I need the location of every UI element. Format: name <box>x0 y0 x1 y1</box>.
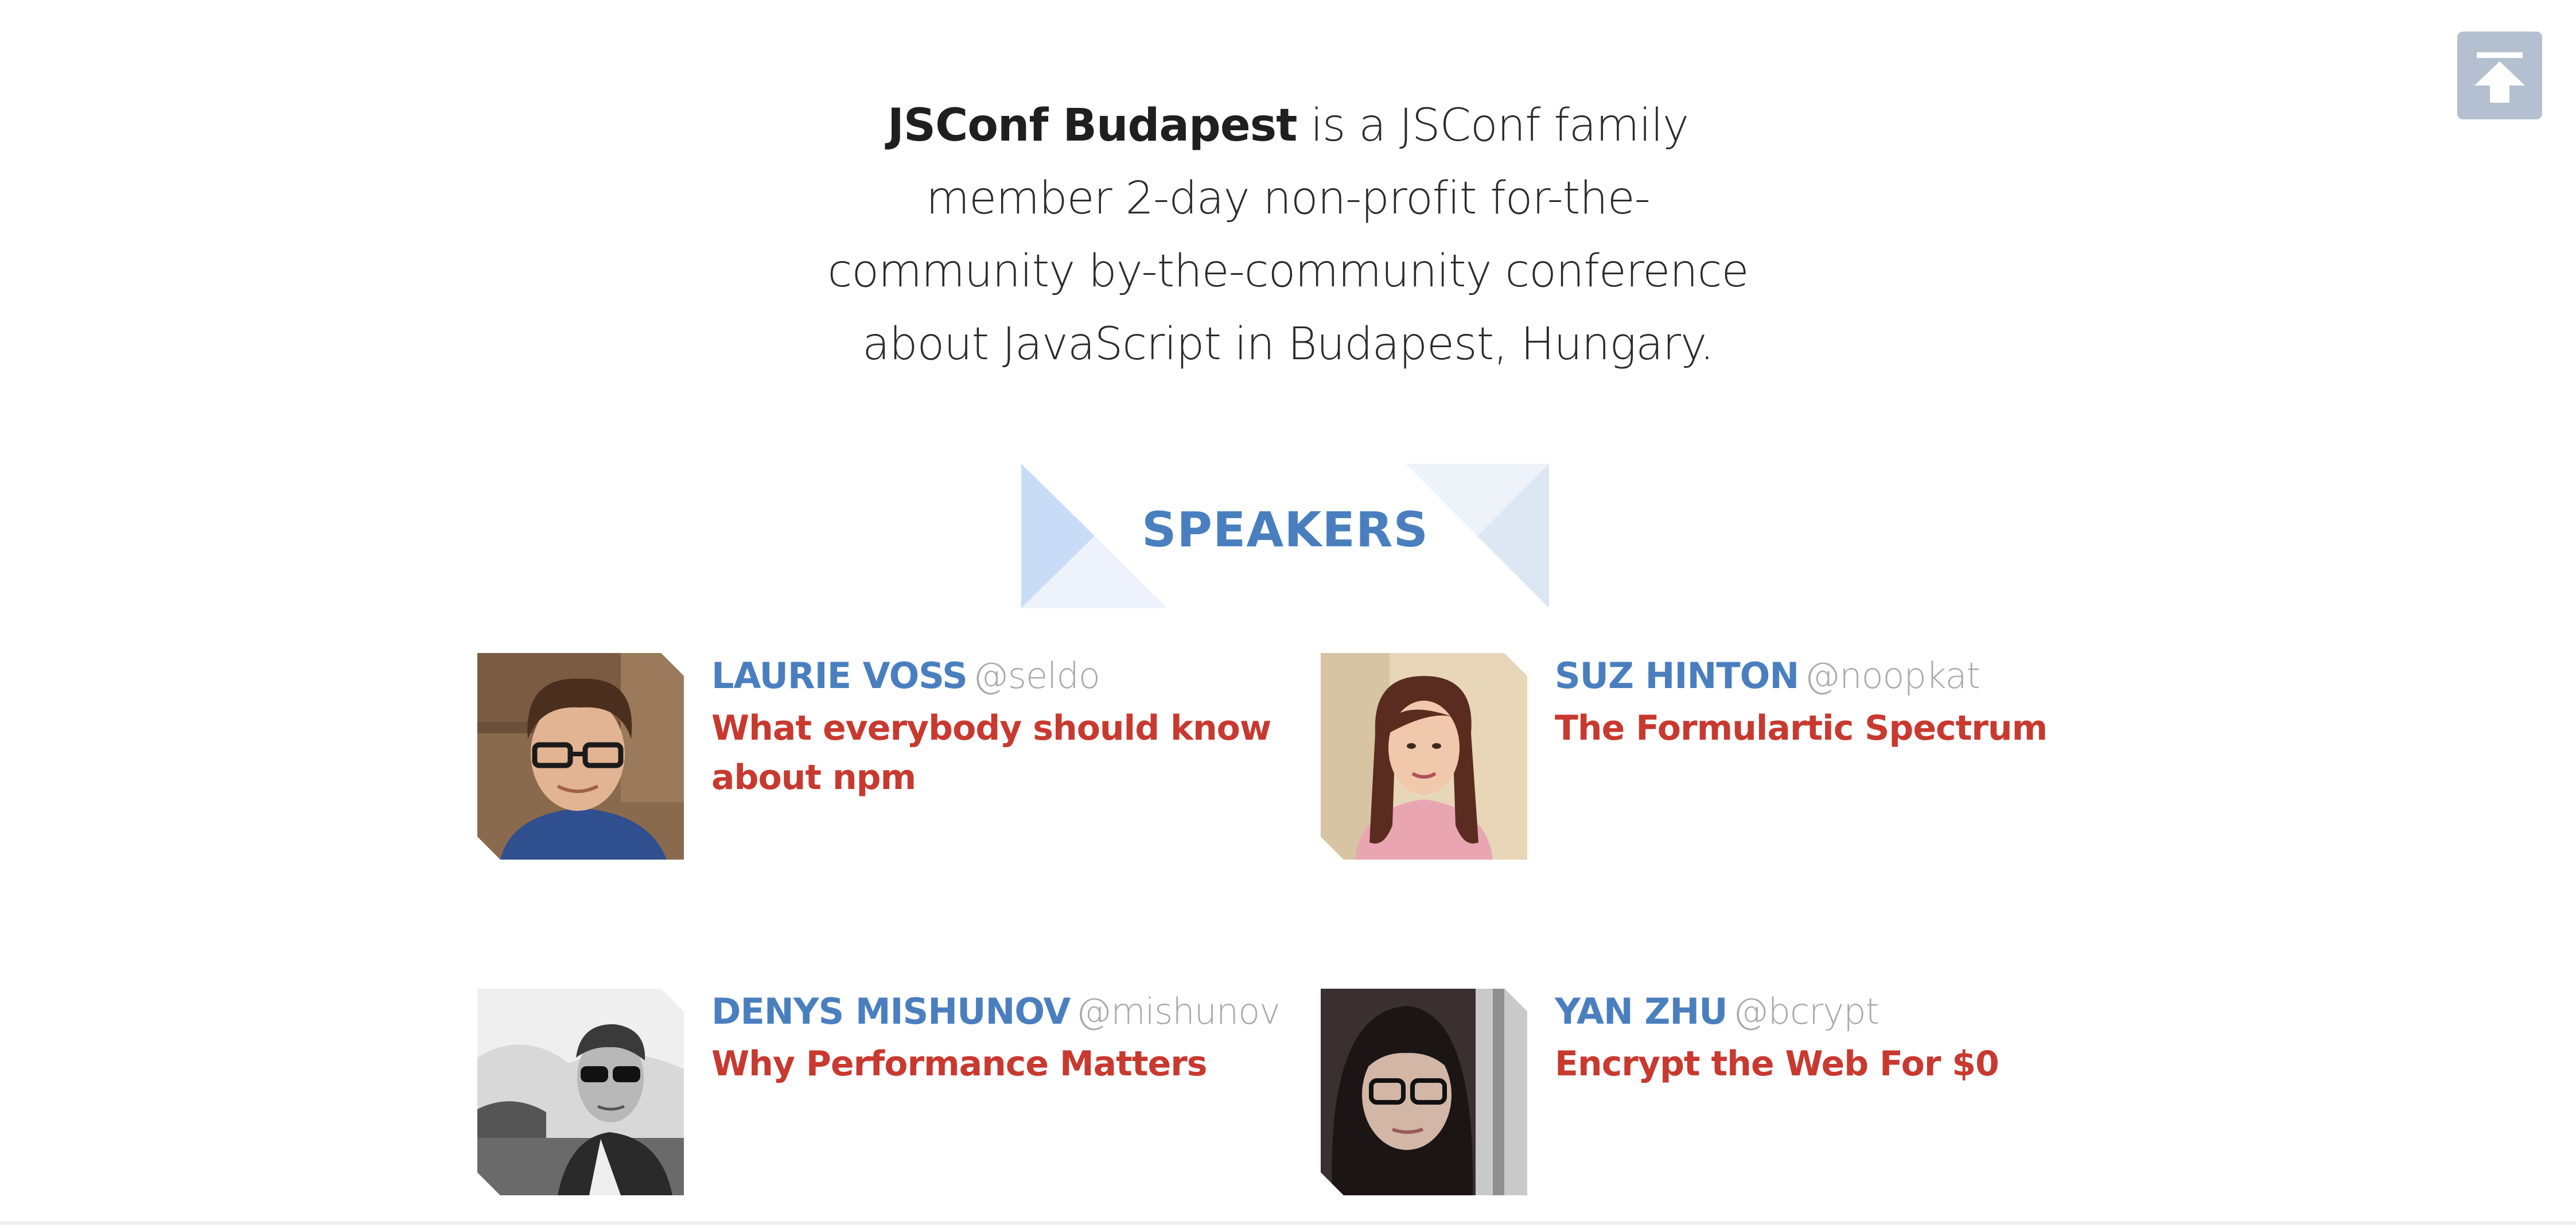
bottom-divider <box>0 1221 2576 1225</box>
talk-title[interactable]: Why Performance Matters <box>711 1039 1297 1089</box>
speakers-heading: SPEAKERS <box>1021 464 1549 608</box>
speaker-photo[interactable] <box>477 653 684 860</box>
speaker-photo[interactable] <box>1321 989 1527 1195</box>
speaker-info: YAN ZHU @bcrypt Encrypt the Web For $0 <box>1555 989 2140 1089</box>
speaker-handle[interactable]: @mishunov <box>1076 990 1280 1032</box>
speaker-card: SUZ HINTON @noopkat The Formulartic Spect… <box>1321 653 2147 865</box>
arrow-up-to-top-icon <box>2474 52 2525 103</box>
speaker-name[interactable]: YAN ZHU <box>1555 990 1728 1032</box>
back-to-top-button[interactable] <box>2457 32 2542 119</box>
speaker-photo[interactable] <box>477 989 684 1195</box>
talk-title[interactable]: The Formulartic Spectrum <box>1555 704 2140 753</box>
speaker-handle[interactable]: @seldo <box>973 655 1100 697</box>
page: JSConf Budapest is a JSConf family membe… <box>0 0 2576 1228</box>
speaker-handle[interactable]: @noopkat <box>1804 655 1980 697</box>
speakers-title: SPEAKERS <box>1141 502 1429 558</box>
speaker-info: DENYS MISHUNOV @mishunov Why Performance … <box>711 989 1297 1089</box>
speaker-info: SUZ HINTON @noopkat The Formulartic Spect… <box>1555 653 2140 753</box>
speaker-photo[interactable] <box>1321 653 1527 860</box>
speaker-name[interactable]: DENYS MISHUNOV <box>711 990 1071 1032</box>
talk-title[interactable]: Encrypt the Web For $0 <box>1555 1039 2140 1089</box>
speaker-handle[interactable]: @bcrypt <box>1733 990 1880 1032</box>
speaker-name[interactable]: SUZ HINTON <box>1555 655 1799 697</box>
speaker-card: LAURIE VOSS @seldo What everybody should … <box>477 653 1303 865</box>
speaker-card: DENYS MISHUNOV @mishunov Why Performance … <box>477 989 1303 1201</box>
conference-intro: JSConf Budapest is a JSConf family membe… <box>803 90 1773 381</box>
conference-name: JSConf Budapest <box>887 100 1298 151</box>
talk-title[interactable]: What everybody should know about npm <box>711 704 1297 802</box>
speaker-name[interactable]: LAURIE VOSS <box>711 655 968 697</box>
speaker-card: YAN ZHU @bcrypt Encrypt the Web For $0 <box>1321 989 2147 1201</box>
speaker-info: LAURIE VOSS @seldo What everybody should … <box>711 653 1297 802</box>
